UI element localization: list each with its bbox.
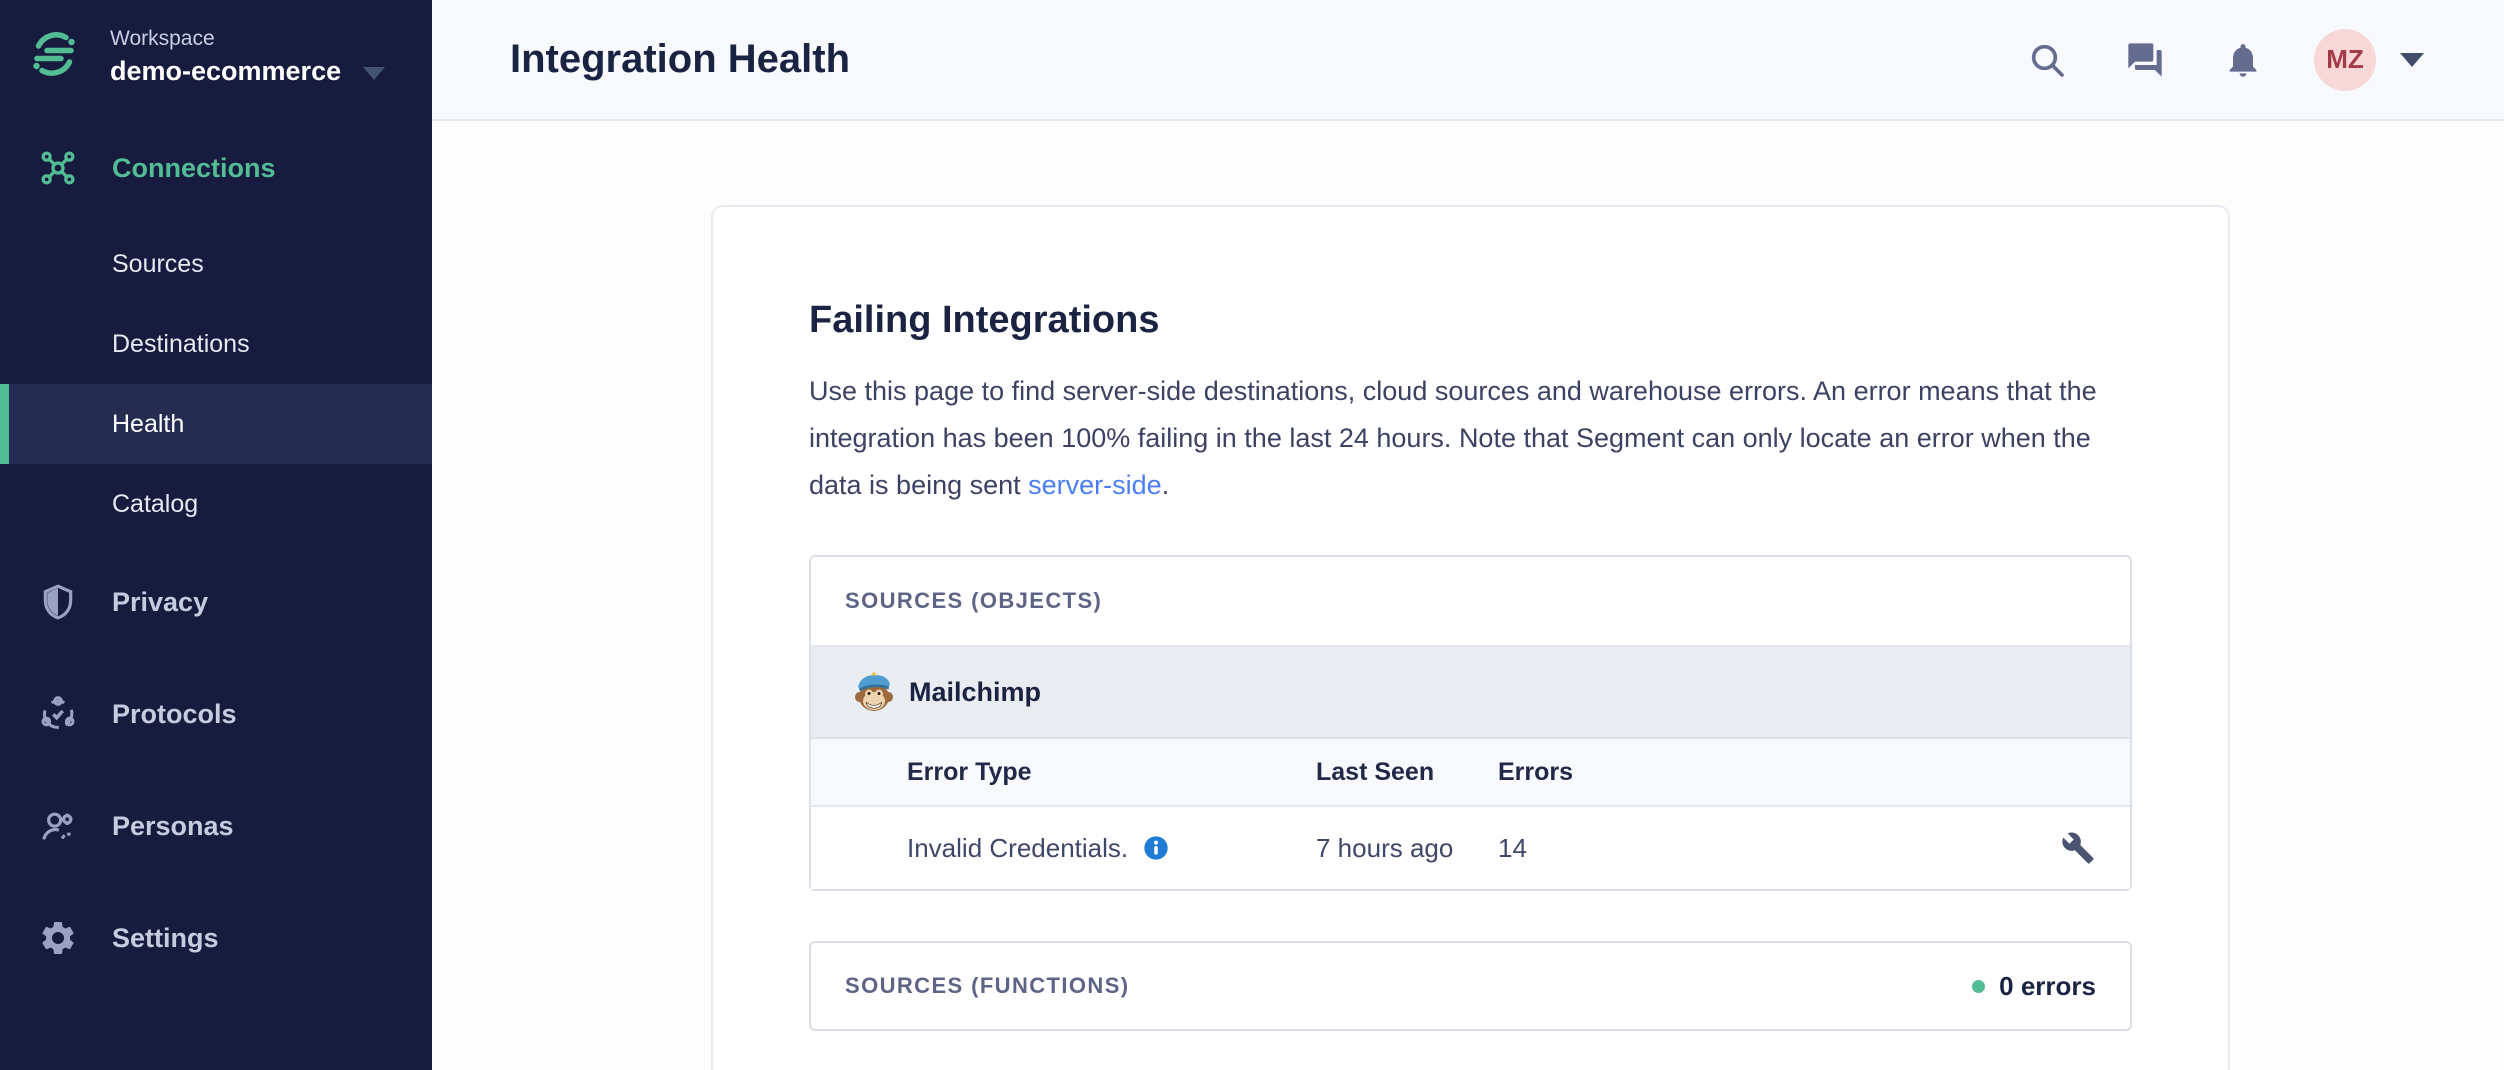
search-icon[interactable] (2026, 39, 2068, 81)
sidebar-item-protocols[interactable]: Protocols (0, 674, 432, 754)
content-area: Failing Integrations Use this page to fi… (432, 121, 2504, 1070)
sidebar-item-personas[interactable]: Personas (0, 786, 432, 866)
page-title: Integration Health (510, 37, 1970, 82)
workspace-switcher[interactable]: Workspace demo-ecommerce (0, 0, 432, 88)
fix-wrench-icon[interactable] (2056, 826, 2100, 870)
failing-integrations-card: Failing Integrations Use this page to fi… (711, 205, 2230, 1070)
sidebar-item-label: Personas (112, 811, 234, 842)
description-text: Use this page to find server-side destin… (809, 376, 2097, 500)
sidebar-item-label: Catalog (112, 490, 198, 519)
sidebar-item-sources[interactable]: Sources (0, 224, 432, 304)
table-header-row: Error Type Last Seen Errors (811, 739, 2130, 807)
sources-functions-title: SOURCES (FUNCTIONS) (845, 973, 1130, 999)
sidebar-item-label: Privacy (112, 587, 208, 618)
info-icon[interactable] (1142, 834, 1170, 862)
status-badge: 0 errors (1972, 971, 2096, 1002)
sources-objects-title: SOURCES (OBJECTS) (845, 588, 1102, 614)
sidebar-item-label: Destinations (112, 330, 250, 359)
status-text: 0 errors (1999, 971, 2096, 1002)
protocols-icon (36, 692, 80, 736)
sidebar-item-label: Settings (112, 923, 219, 954)
bell-icon[interactable] (2222, 39, 2264, 81)
column-errors: Errors (1498, 758, 1573, 787)
column-last-seen: Last Seen (1316, 758, 1498, 787)
error-type-value: Invalid Credentials. (907, 833, 1128, 864)
workspace-name: demo-ecommerce (110, 54, 341, 88)
status-dot-icon (1972, 980, 1985, 993)
workspace-label: Workspace (110, 24, 385, 54)
integration-name: Mailchimp (909, 677, 1041, 708)
integration-row-mailchimp[interactable]: Mailchimp (811, 647, 2130, 739)
section-heading: Failing Integrations (809, 299, 2132, 342)
workspace-caret-icon[interactable] (363, 67, 385, 80)
sources-objects-header: SOURCES (OBJECTS) (811, 557, 2130, 647)
section-description: Use this page to find server-side destin… (809, 368, 2132, 509)
segment-logo-icon (30, 30, 78, 78)
errors-value: 14 (1498, 833, 1527, 864)
sidebar-nav: Connections Sources Destinations Health … (0, 128, 432, 978)
sidebar-item-label: Sources (112, 250, 204, 279)
sidebar-item-label: Protocols (112, 699, 237, 730)
description-period: . (1162, 470, 1170, 500)
last-seen-value: 7 hours ago (1316, 833, 1498, 864)
personas-icon (36, 804, 80, 848)
sources-functions-box: SOURCES (FUNCTIONS) 0 errors (809, 941, 2132, 1031)
shield-icon (36, 580, 80, 624)
chat-icon[interactable] (2124, 39, 2166, 81)
sidebar-item-catalog[interactable]: Catalog (0, 464, 432, 544)
mailchimp-avatar (851, 669, 897, 715)
sources-objects-box: SOURCES (OBJECTS) (809, 555, 2132, 891)
sidebar: Workspace demo-ecommerce (0, 0, 432, 1070)
hub-icon (36, 146, 80, 190)
app-window: Workspace demo-ecommerce (0, 0, 2504, 1070)
avatar[interactable]: MZ (2314, 29, 2376, 91)
top-bar: Integration Health MZ (432, 0, 2504, 121)
sidebar-item-privacy[interactable]: Privacy (0, 562, 432, 642)
server-side-link[interactable]: server-side (1028, 470, 1162, 500)
sidebar-item-destinations[interactable]: Destinations (0, 304, 432, 384)
sidebar-item-label: Connections (112, 153, 276, 184)
table-row: Invalid Credentials. 7 hours ago 14 (811, 807, 2130, 889)
sidebar-item-health[interactable]: Health (0, 384, 432, 464)
gear-icon (36, 916, 80, 960)
sidebar-item-connections[interactable]: Connections (0, 128, 432, 208)
main-area: Integration Health MZ (432, 0, 2504, 1070)
sidebar-item-settings[interactable]: Settings (0, 898, 432, 978)
column-error-type: Error Type (907, 758, 1316, 787)
user-menu-caret-icon[interactable] (2400, 53, 2424, 67)
topbar-actions: MZ (1970, 29, 2424, 91)
sidebar-item-label: Health (112, 410, 184, 439)
